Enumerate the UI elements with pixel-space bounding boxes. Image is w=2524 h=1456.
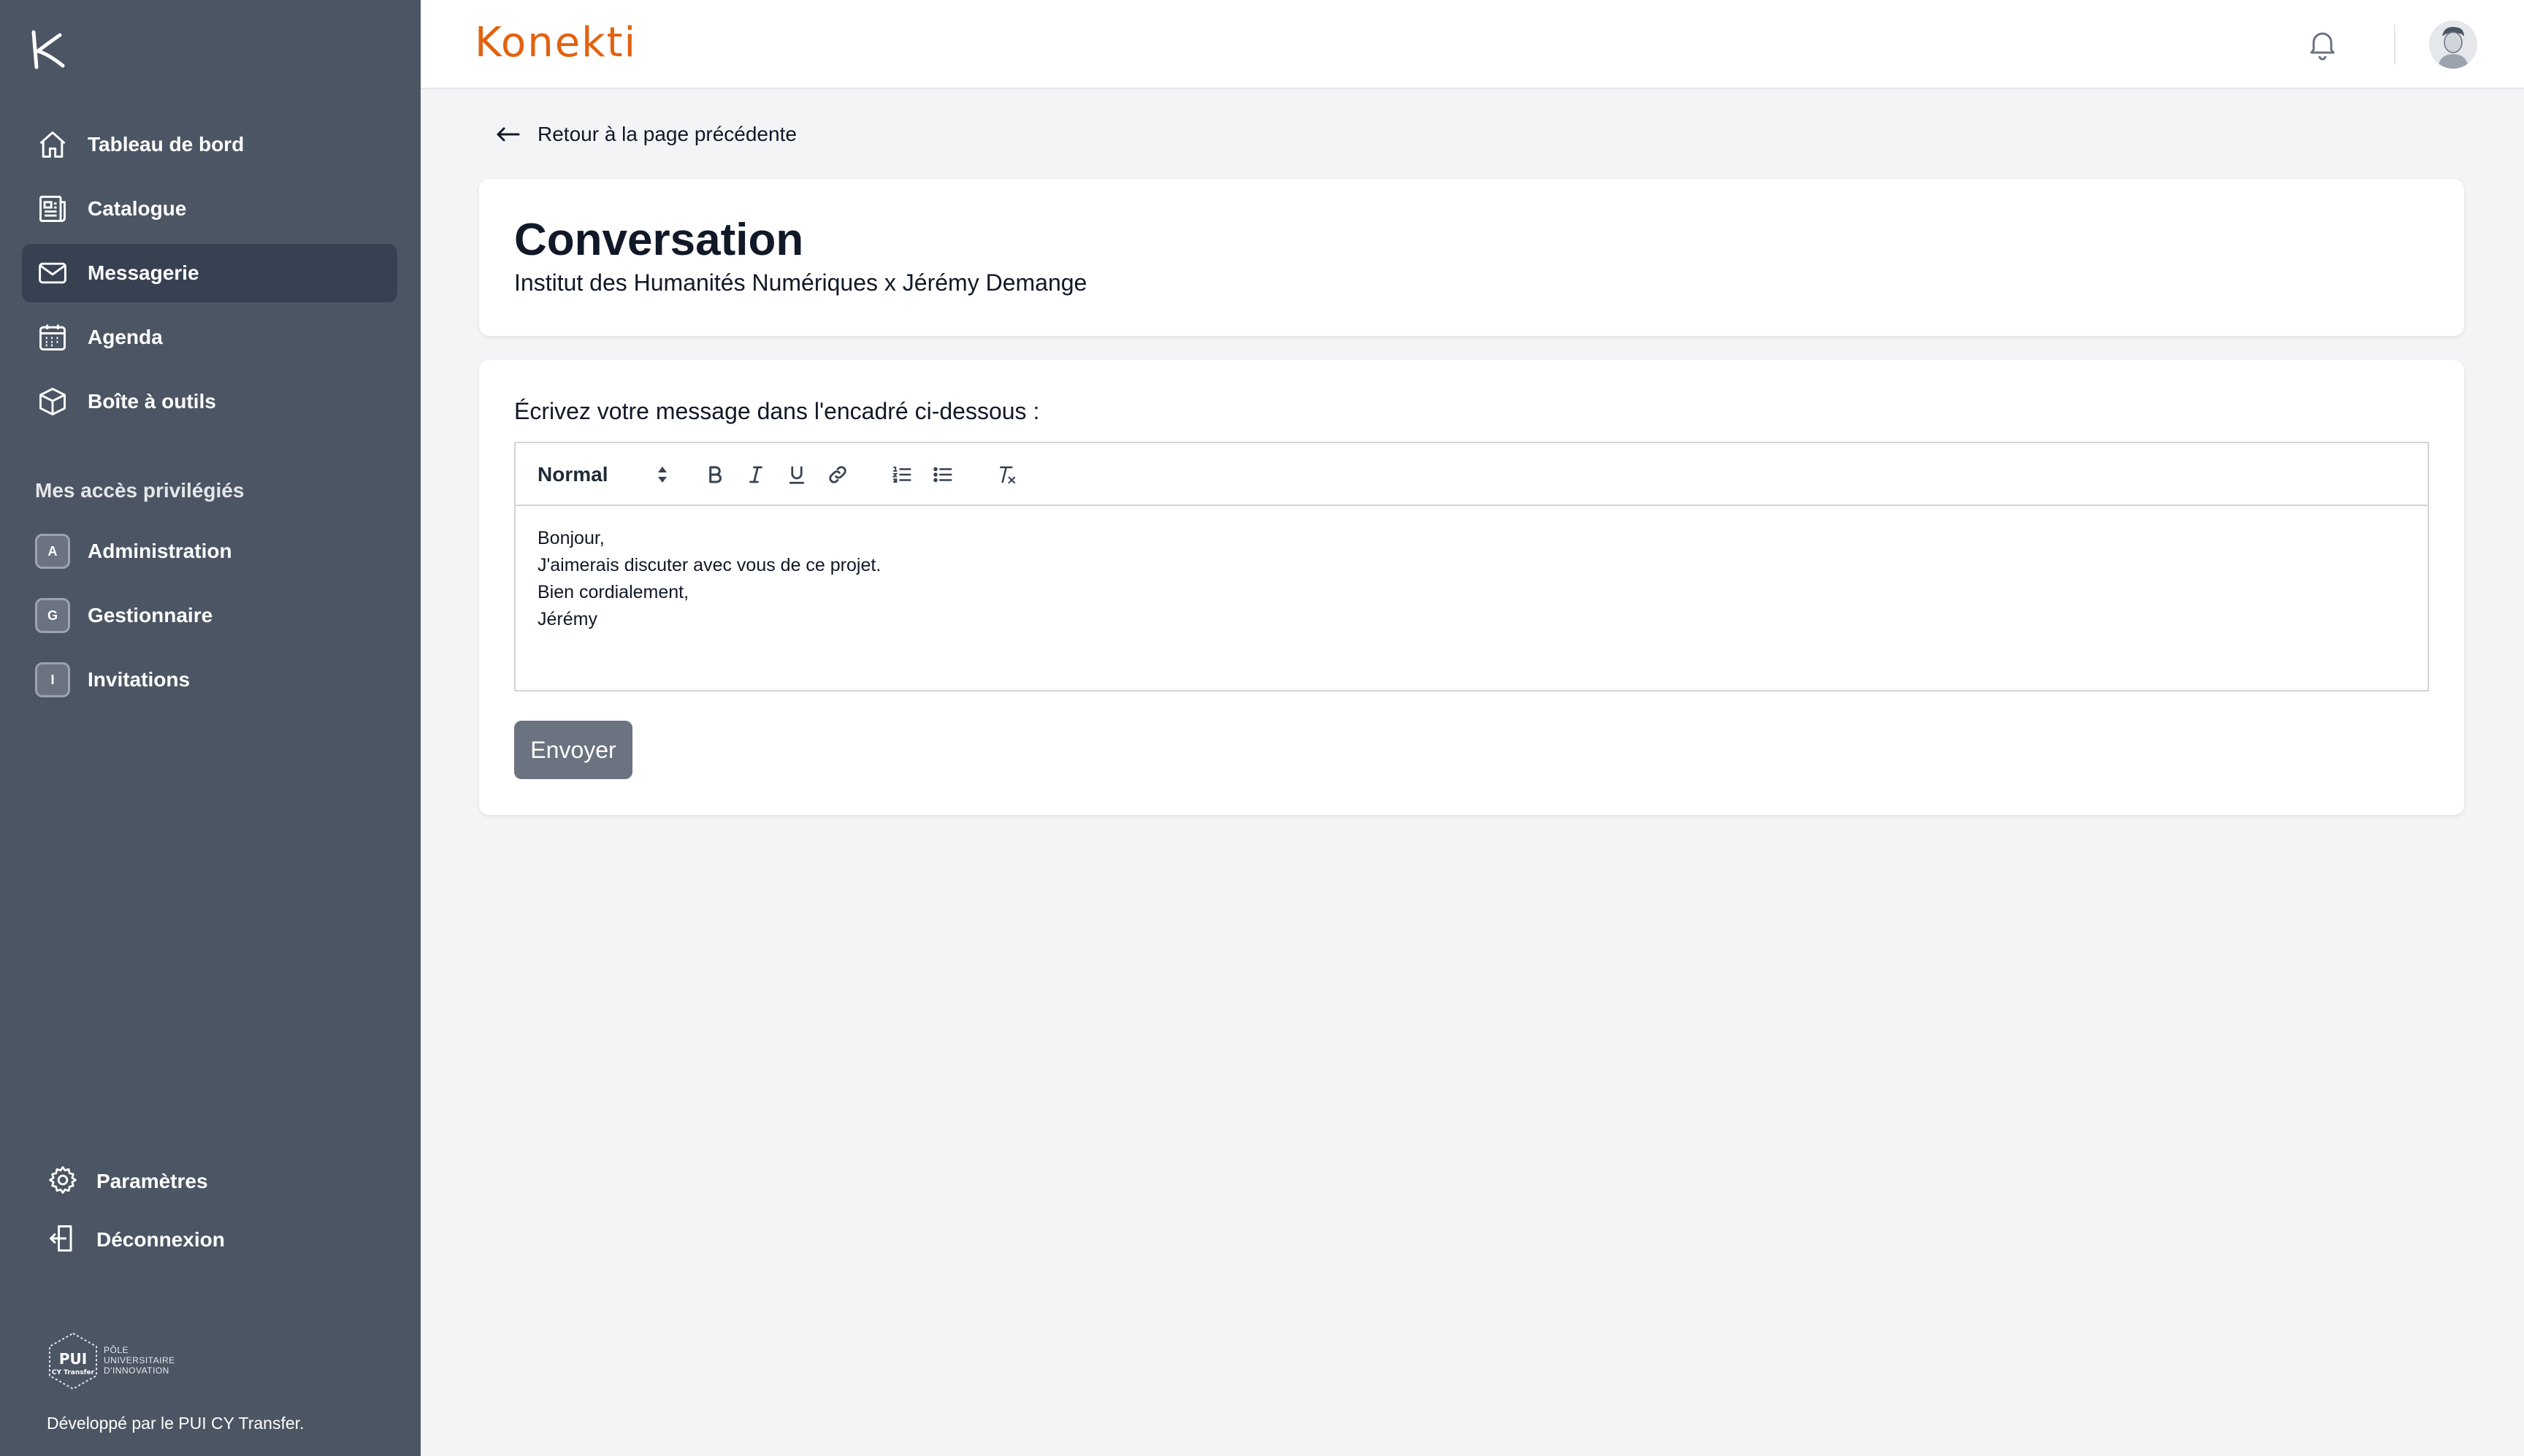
sidebar-item-label: Boîte à outils [88, 390, 216, 413]
bold-button[interactable] [700, 459, 730, 490]
sidebar-item-toolbox[interactable]: Boîte à outils [22, 372, 397, 431]
italic-button[interactable] [741, 459, 771, 490]
header-divider [2394, 25, 2395, 64]
sidebar-item-label: Administration [88, 540, 232, 562]
composer-card: Écrivez votre message dans l'encadré ci-… [479, 360, 2464, 815]
updown-chevron-icon [658, 467, 667, 483]
composer-prompt: Écrivez votre message dans l'encadré ci-… [514, 398, 1040, 424]
bottom-nav: Paramètres Déconnexion [34, 1152, 384, 1269]
ordered-list-icon [892, 467, 911, 483]
initial-badge: G [35, 598, 70, 633]
message-line: J'aimerais discuter avec vous de ce proj… [538, 555, 882, 575]
underline-button[interactable] [781, 459, 812, 490]
top-header: Konekti [421, 0, 2524, 89]
sidebar-item-label: Messagerie [88, 261, 199, 284]
sidebar-item-label: Invitations [88, 668, 191, 691]
user-avatar-icon [2429, 20, 2477, 69]
back-link[interactable]: Retour à la page précédente [494, 120, 797, 149]
message-line: Bonjour, [538, 528, 605, 548]
sidebar-item-invitations[interactable]: I Invitations [22, 651, 397, 709]
bell-icon[interactable] [2305, 26, 2340, 61]
bold-icon [709, 466, 722, 483]
gear-icon [47, 1164, 79, 1200]
sidebar-item-label: Catalogue [88, 197, 187, 220]
underline-icon [789, 466, 805, 484]
cube-icon [35, 384, 70, 419]
sidebar-item-label: Déconnexion [96, 1228, 225, 1251]
pui-abbr: PUI [59, 1350, 87, 1368]
brand-logo[interactable]: Konekti [475, 19, 637, 66]
calendar-icon [35, 320, 70, 355]
sidebar-item-administration[interactable]: A Administration [22, 522, 397, 581]
privileged-nav: A Administration G Gestionnaire I Invita… [22, 522, 397, 715]
main-nav: Tableau de bord Catalogue Messagerie Age… [22, 115, 397, 437]
back-link-label: Retour à la page précédente [538, 123, 797, 145]
message-body[interactable]: Bonjour, J'aimerais discuter avec vous d… [538, 525, 881, 633]
sidebar-item-label: Paramètres [96, 1170, 208, 1192]
pui-sub: CY Transfer [52, 1369, 95, 1376]
format-select-value: Normal [538, 463, 608, 486]
sidebar-item-messagerie[interactable]: Messagerie [22, 244, 397, 302]
ordered-list-button[interactable] [887, 459, 917, 490]
conversation-participants: Institut des Humanités Numériques x Jéré… [514, 269, 1087, 296]
sidebar-item-gestionnaire[interactable]: G Gestionnaire [22, 586, 397, 645]
konekti-logo-icon[interactable] [28, 29, 66, 70]
arrow-left-icon [497, 127, 520, 142]
logout-icon [47, 1222, 79, 1258]
pui-logo-text: PÔLE UNIVERSITAIRE D'INNOVATION [104, 1345, 175, 1376]
sidebar-item-agenda[interactable]: Agenda [22, 308, 397, 367]
mail-icon [35, 256, 70, 291]
sidebar-item-dashboard[interactable]: Tableau de bord [22, 115, 397, 174]
catalog-icon [35, 191, 70, 226]
sidebar-item-label: Tableau de bord [88, 133, 245, 156]
sidebar-item-label: Gestionnaire [88, 604, 213, 627]
link-button[interactable] [822, 459, 853, 490]
initial-badge: I [35, 662, 70, 697]
pui-logo: PUI CY Transfer PÔLE UNIVERSITAIRE D'INN… [45, 1330, 191, 1393]
footer-credit: Développé par le PUI CY Transfer. [47, 1414, 305, 1433]
home-icon [35, 127, 70, 162]
bullet-list-button[interactable] [928, 459, 958, 490]
privileged-section-title: Mes accès privilégiés [35, 479, 245, 502]
page-title: Conversation [514, 215, 804, 265]
avatar[interactable] [2429, 20, 2477, 69]
sidebar-item-label: Agenda [88, 326, 163, 348]
message-line: Jérémy [538, 609, 597, 629]
send-button[interactable]: Envoyer [514, 721, 632, 779]
bullet-list-icon [933, 467, 952, 483]
clear-format-icon [1000, 466, 1015, 484]
sidebar: Tableau de bord Catalogue Messagerie Age… [0, 0, 421, 1456]
editor-toolbar: Normal [516, 443, 2428, 506]
pui-emblem-icon: PUI CY Transfer [49, 1332, 97, 1390]
sidebar-item-catalogue[interactable]: Catalogue [22, 180, 397, 238]
italic-icon [749, 466, 762, 483]
sidebar-item-logout[interactable]: Déconnexion [34, 1211, 384, 1269]
rich-text-editor: Normal Bonjour, J'aimerais discuter avec… [514, 442, 2429, 691]
conversation-header-card: Conversation Institut des Humanités Numé… [479, 179, 2464, 336]
message-line: Bien cordialement, [538, 582, 689, 602]
link-icon [829, 466, 846, 483]
sidebar-item-settings[interactable]: Paramètres [34, 1152, 384, 1211]
clear-format-button[interactable] [992, 459, 1022, 490]
format-select[interactable]: Normal [538, 459, 669, 490]
initial-badge: A [35, 534, 70, 569]
